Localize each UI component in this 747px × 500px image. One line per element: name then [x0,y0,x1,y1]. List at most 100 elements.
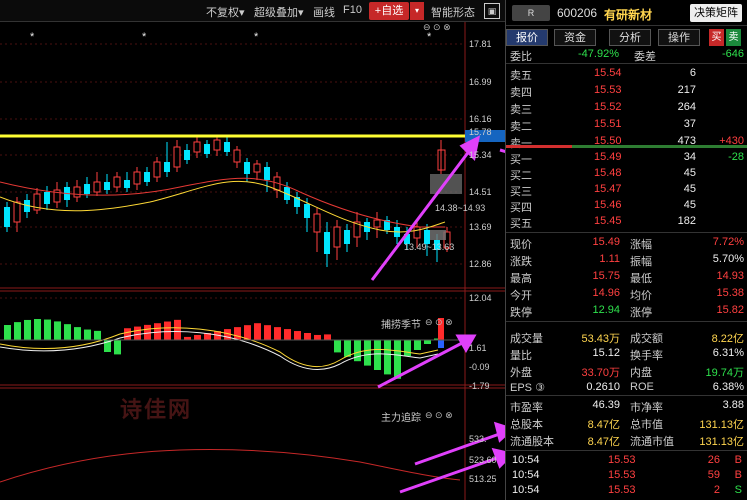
add-watchlist-button[interactable]: +自选 [369,2,409,20]
tab-funds[interactable]: 资金 [554,29,596,46]
stat-value: 14.96 [592,287,620,299]
trade-price: 15.53 [608,469,636,481]
stat-row: 今开 14.96 均价 15.38 [506,286,747,303]
bid-level-label: 买四 [510,202,532,214]
ask-price: 15.53 [594,84,622,96]
price-tick: 12.86 [469,259,492,269]
trade-price: 15.53 [608,484,636,496]
stat-label: 成交额 [630,333,663,345]
stat-label: 涨跌 [510,256,532,268]
stat-label: 均价 [630,290,652,302]
stat-label: 总股本 [510,419,543,431]
decision-matrix-button[interactable]: 决策矩阵 [690,4,742,22]
indicator-title-buhuo: 捕捞季节 [381,320,421,331]
f10-button[interactable]: F10 [343,4,362,16]
macd-tick: -1.79 [469,381,490,391]
overlay-dropdown[interactable]: 超级叠加▾ [254,4,304,20]
tab-operation[interactable]: 操作 [658,29,700,46]
stat-label: 总市值 [630,419,663,431]
stat-label: EPS ③ [510,382,545,394]
indicator-icons-zhuli[interactable]: ⊖ ⊙ ⊗ [425,410,453,421]
stat-row: 流通股本 8.47亿 流通市值 131.13亿 [506,432,747,449]
bid-row: 买五 15.45 182 [506,214,747,231]
stat-value: 53.43万 [581,333,620,345]
tab-quote[interactable]: 报价 [506,29,548,46]
chart-area[interactable]: * * * * ⊖ ⊙ ⊗ 17.81 16.99 16.16 15.78 15.34 1… [0,22,505,500]
indicator-title-zhuli: 主力追踪 [381,413,421,424]
bid-level-label: 买二 [510,170,532,182]
bid-volume: 45 [683,199,696,211]
stat-label: ROE [630,381,654,393]
price-tick: 13.69 [469,222,492,232]
stat-value: 5.70% [712,253,744,265]
stat-row: 市盈率 46.39 市净率 3.88 [506,398,747,415]
trade-volume: 2 [713,484,720,496]
quote-tabs: 报价 资金 分析 操作 买 卖 [506,29,747,46]
star-marker: * [254,31,259,43]
force-tick: 523.60 [469,455,497,465]
kline-chart [0,22,505,500]
bid-row: 买三 15.47 45 [506,182,747,199]
price-tick: 17.81 [469,39,492,49]
stat-row: 最高 15.75 最低 14.93 [506,269,747,286]
macd-tick: 1.61 [469,343,487,353]
indicator-icons-buhuo[interactable]: ⊖ ⊙ ⊗ [425,317,453,328]
stat-label: 现价 [510,239,532,251]
stat-label: 跌停 [510,307,532,319]
ask-row: 卖三 15.52 264 [506,100,747,117]
stat-value: 15.75 [592,270,620,282]
annotation-low-range: 13.49~13.63 [404,242,455,252]
ask-level-label: 卖四 [510,87,532,99]
bid-price: 15.48 [594,167,622,179]
quote-panel: R 600206 有研新材 决策矩阵 报价 资金 分析 操作 买 卖 委比 -4… [505,0,747,500]
no-adjust-dropdown[interactable]: 不复权▾ [206,4,245,20]
stat-row: 跌停 12.94 涨停 15.82 [506,303,747,320]
price-tick: 16.99 [469,77,492,87]
stat-value: 8.22亿 [711,333,744,345]
ask-row: 卖五 15.54 6 [506,66,747,83]
chart-toolbar: 不复权▾ 超级叠加▾ 画线 F10 +自选 ▾ 智能形态 ▣ [0,0,505,22]
trade-price: 15.53 [608,454,636,466]
bid-volume: 34 [683,151,696,163]
price-tick: 14.51 [469,187,492,197]
stat-label: 涨停 [630,307,652,319]
bid-volume: 45 [683,183,696,195]
smart-shape-button[interactable]: 智能形态 [431,4,475,20]
wei-bi-label: 委比 [510,51,532,63]
stat-row: 涨跌 1.11 振幅 5.70% [506,252,747,269]
main-chart-icons[interactable]: ⊖ ⊙ ⊗ [423,22,451,33]
bid-row: 买二 15.48 45 [506,166,747,183]
bid-level-label: 买一 [510,154,532,166]
star-marker: * [30,31,35,43]
wei-cha-value: -646 [721,48,744,60]
stat-value: 46.39 [592,399,620,411]
trade-side: S [734,484,742,496]
stat-label: 振幅 [630,256,652,268]
buy-button[interactable]: 买 [709,29,724,46]
wei-bi-value: -47.92% [578,48,619,60]
trade-side: B [734,469,742,481]
stat-label: 最低 [630,273,652,285]
sell-button[interactable]: 卖 [726,29,741,46]
watermark: 诗佳网 [120,397,193,422]
stat-label: 涨幅 [630,239,652,251]
stat-value: 15.38 [716,287,744,299]
bid-volume: 182 [677,215,696,227]
draw-line-button[interactable]: 画线 [313,4,335,20]
stat-row: 量比 15.12 换手率 6.31% [506,346,747,363]
price-tick: 12.04 [469,293,492,303]
quote-header: R 600206 有研新材 决策矩阵 [506,0,747,26]
star-marker: * [142,31,147,43]
force-tick: 533. [469,434,487,444]
maximize-icon[interactable]: ▣ [484,3,500,19]
add-watchlist-dropdown[interactable]: ▾ [410,2,424,20]
ask-level-label: 卖三 [510,104,532,116]
stat-row: 成交量 53.43万 成交额 8.22亿 [506,329,747,346]
trade-time: 10:54 [512,484,540,496]
annotation-high-range: 14.38~14.93 [435,203,486,213]
ask-level-label: 卖五 [510,70,532,82]
ask-row: 卖二 15.51 37 [506,117,747,134]
ask-volume: 264 [677,101,696,113]
bid-level-label: 买三 [510,186,532,198]
tab-analysis[interactable]: 分析 [609,29,651,46]
